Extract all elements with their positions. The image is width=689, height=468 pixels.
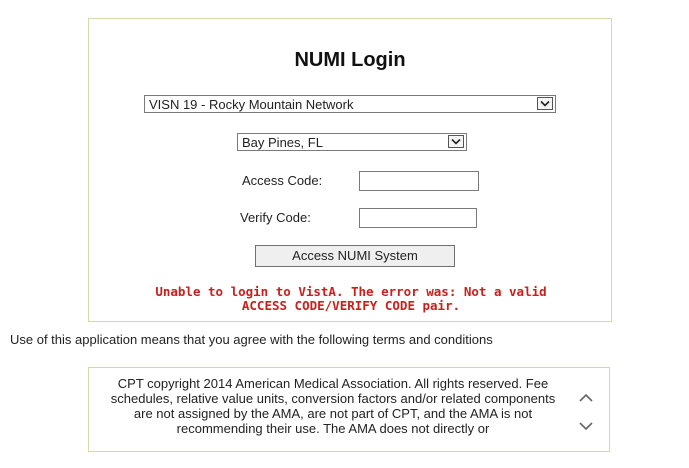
site-select-value: Bay Pines, FL bbox=[242, 135, 323, 150]
verify-code-field[interactable] bbox=[359, 208, 477, 228]
chevron-up-icon[interactable] bbox=[576, 390, 596, 406]
access-system-button[interactable]: Access NUMI System bbox=[255, 245, 455, 267]
chevron-down-icon[interactable] bbox=[537, 97, 553, 110]
network-select[interactable]: VISN 19 - Rocky Mountain Network bbox=[144, 95, 556, 113]
terms-notice: Use of this application means that you a… bbox=[10, 332, 493, 347]
error-message-line: ACCESS CODE/VERIFY CODE pair. bbox=[241, 298, 461, 313]
login-panel: NUMI Login VISN 19 - Rocky Mountain Netw… bbox=[88, 18, 612, 322]
page-title: NUMI Login bbox=[294, 49, 406, 71]
terms-box[interactable]: CPT copyright 2014 American Medical Asso… bbox=[88, 367, 610, 452]
chevron-down-icon[interactable] bbox=[448, 135, 464, 148]
verify-code-label: Verify Code: bbox=[240, 210, 311, 225]
access-code-field[interactable] bbox=[359, 171, 479, 191]
page: NUMI Login VISN 19 - Rocky Mountain Netw… bbox=[0, 0, 689, 468]
chevron-down-icon[interactable] bbox=[576, 418, 596, 434]
error-message-line: Unable to login to VistA. The error was:… bbox=[155, 284, 547, 299]
network-select-value: VISN 19 - Rocky Mountain Network bbox=[149, 97, 354, 112]
terms-text: CPT copyright 2014 American Medical Asso… bbox=[110, 376, 556, 436]
error-message: Unable to login to VistA. The error was:… bbox=[99, 285, 603, 313]
access-code-label: Access Code: bbox=[242, 173, 323, 188]
site-select[interactable]: Bay Pines, FL bbox=[237, 133, 467, 151]
